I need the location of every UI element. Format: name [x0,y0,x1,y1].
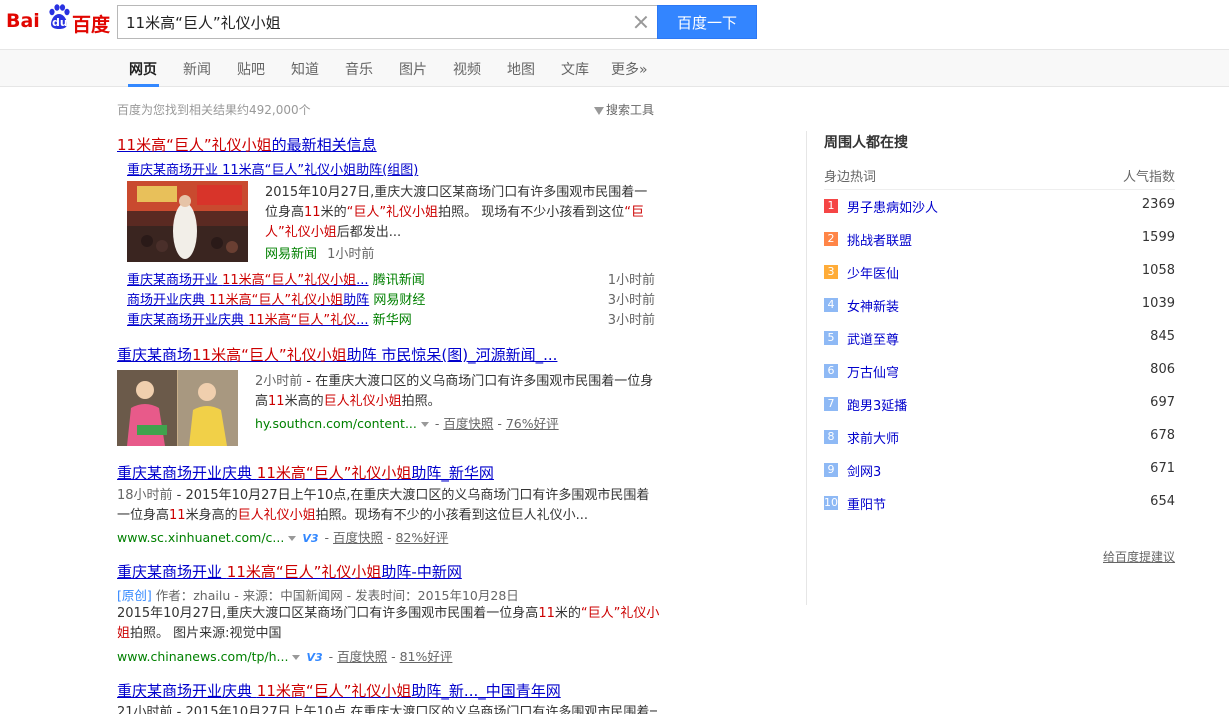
result-count: 百度为您找到相关结果约492,000个 [117,103,311,117]
news-source: 网易新闻 [265,247,318,262]
news-sub-title[interactable]: 重庆某商场开业 11米高“巨人”礼仪小姐助阵(组图) [127,159,418,178]
result-4-meta: [原创] 作者：zhailu - 来源：中国新闻网 - 发表时间：2015年10… [117,585,519,604]
search-tools-label: 搜索工具 [606,103,655,117]
tab-video[interactable]: 视频 [453,59,481,79]
rating-link[interactable]: 81%好评 [400,649,453,664]
hot-item[interactable]: 4 女神新装 1039 [824,296,1175,318]
dropdown-arrow-icon[interactable] [420,422,429,427]
cache-link[interactable]: 百度快照 [443,416,493,431]
original-badge: [原创] [117,588,152,603]
result-3-snippet: 18小时前 - 2015年10月27日上午10点,在重庆大渡口区的义乌商场门口有… [117,488,650,523]
hot-item[interactable]: 1 男子患病如沙人 2369 [824,197,1175,219]
logo-text-bai: Bai [6,10,40,32]
result-4-snippet: 2015年10月27日,重庆大渡口区某商场门口有许多围观市民围着一位身高11米的… [117,606,660,641]
result-4-meta-text: 作者：zhailu - 来源：中国新闻网 - 发表时间：2015年10月28日 [151,588,519,603]
news-photo-image [127,181,248,262]
result-2-thumbnail[interactable] [117,370,238,446]
rating-link[interactable]: 82%好评 [395,530,448,545]
news-thumbnail[interactable] [127,181,248,262]
header-hot-words: 身边热词 [824,170,877,185]
tab-zhidao[interactable]: 知道 [291,59,319,79]
result-2-title[interactable]: 重庆某商场11米高“巨人”礼仪小姐助阵 市民惊呆(图)_河源新闻_... [117,344,557,365]
tab-tieba[interactable]: 贴吧 [237,59,265,79]
tab-wenku[interactable]: 文库 [561,59,589,79]
tab-news[interactable]: 新闻 [183,59,211,79]
hot-item[interactable]: 8 求前大师 678 [824,428,1175,450]
news-row[interactable]: 商场开业庆典 11米高“巨人”礼仪小姐助阵 网易财经 3小时前 [127,289,655,308]
logo-text-baidu-cn: 百度 [72,14,111,36]
result-4-url[interactable]: www.chinanews.com/tp/h... [117,649,288,664]
result-2-url-line: hy.southcn.com/content... - 百度快照 - 76%好评 [255,416,559,431]
dropdown-arrow-icon[interactable] [292,655,301,660]
news-block-title-rest: 的最新相关信息 [271,136,377,154]
cache-link[interactable]: 百度快照 [333,530,383,545]
result-5-title[interactable]: 重庆某商场开业庆典 11米高“巨人”礼仪小姐助阵_新..._中国青年网 [117,680,561,701]
header: Bai du 百度 百度一下 [0,0,1229,50]
news-time: 1小时前 [327,247,375,262]
v3-badge-icon[interactable]: V3 [302,532,318,545]
nav-tabs: 网页 新闻 贴吧 知道 音乐 图片 视频 地图 文库 更多» [0,49,1229,87]
related-search-title: 周围人都在搜 [824,135,908,151]
news-block-title-em: 11米高“巨人”礼仪小姐 [117,136,272,154]
news-block-title[interactable]: 11米高“巨人”礼仪小姐的最新相关信息 [117,134,377,155]
logo-text-du: du [52,16,68,29]
result-3-title[interactable]: 重庆某商场开业庆典 11米高“巨人”礼仪小姐助阵_新华网 [117,462,494,483]
result-3-url[interactable]: www.sc.xinhuanet.com/c... [117,530,284,545]
result-3-url-line: www.sc.xinhuanet.com/c... V3- 百度快照 - 82%好… [117,530,449,545]
clear-icon[interactable] [632,13,650,31]
tab-web[interactable]: 网页 [129,59,157,79]
hot-item[interactable]: 6 万古仙穹 806 [824,362,1175,384]
search-input[interactable] [118,6,628,38]
hot-item[interactable]: 9 剑网3 671 [824,461,1175,483]
hot-item[interactable]: 3 少年医仙 1058 [824,263,1175,285]
hot-item[interactable]: 5 武道至尊 845 [824,329,1175,351]
result-4-title[interactable]: 重庆某商场开业 11米高“巨人”礼仪小姐助阵-中新网 [117,561,462,582]
news-sub-title-link[interactable]: 重庆某商场开业 11米高“巨人”礼仪小姐助阵(组图) [127,163,418,178]
rating-link[interactable]: 76%好评 [506,416,559,431]
baidu-logo[interactable]: Bai du 百度 [6,4,110,38]
tab-images[interactable]: 图片 [399,59,427,79]
column-divider [806,131,807,605]
cache-link[interactable]: 百度快照 [337,649,387,664]
result-2-url[interactable]: hy.southcn.com/content... [255,416,417,431]
dropdown-arrow-icon[interactable] [288,536,297,541]
search-box [117,5,657,39]
v3-badge-icon[interactable]: V3 [306,651,322,664]
news-row[interactable]: 重庆某商场开业庆典 11米高“巨人”礼仪... 新华网 3小时前 [127,309,655,328]
active-tab-indicator [128,84,159,87]
news-snippet: 2015年10月27日,重庆大渡口区某商场门口有许多围观市民围着一位身高11米的… [265,185,648,240]
feedback-link[interactable]: 给百度提建议 [1103,548,1175,565]
hot-item[interactable]: 10 重阳节 654 [824,494,1175,516]
filter-icon [594,106,604,115]
result-2-photo-image [117,370,238,446]
related-search-header: 身边热词 人气指数 [824,166,1175,190]
search-tools-button[interactable]: 搜索工具 [594,101,654,118]
tab-music[interactable]: 音乐 [345,59,373,79]
result-4-url-line: www.chinanews.com/tp/h... V3- 百度快照 - 81%好… [117,649,453,664]
news-source-line: 网易新闻 1小时前 [265,243,374,262]
result-2-snippet: 2小时前 - 在重庆大渡口区的义乌商场门口有许多围观市民围着一位身高11米高的巨… [255,374,654,409]
header-popularity: 人气指数 [1122,170,1175,185]
tab-map[interactable]: 地图 [507,59,535,79]
hot-item[interactable]: 2 挑战者联盟 1599 [824,230,1175,252]
tab-more[interactable]: 更多» [611,59,648,79]
search-button[interactable]: 百度一下 [657,5,757,39]
news-row[interactable]: 重庆某商场开业 11米高“巨人”礼仪小姐... 腾讯新闻 1小时前 [127,269,655,288]
hot-item[interactable]: 7 跑男3延播 697 [824,395,1175,417]
result-5-snippet: 21小时前 - 2015年10月27日上午10点,在重庆大渡口区的义乌商场门口有… [117,705,657,714]
